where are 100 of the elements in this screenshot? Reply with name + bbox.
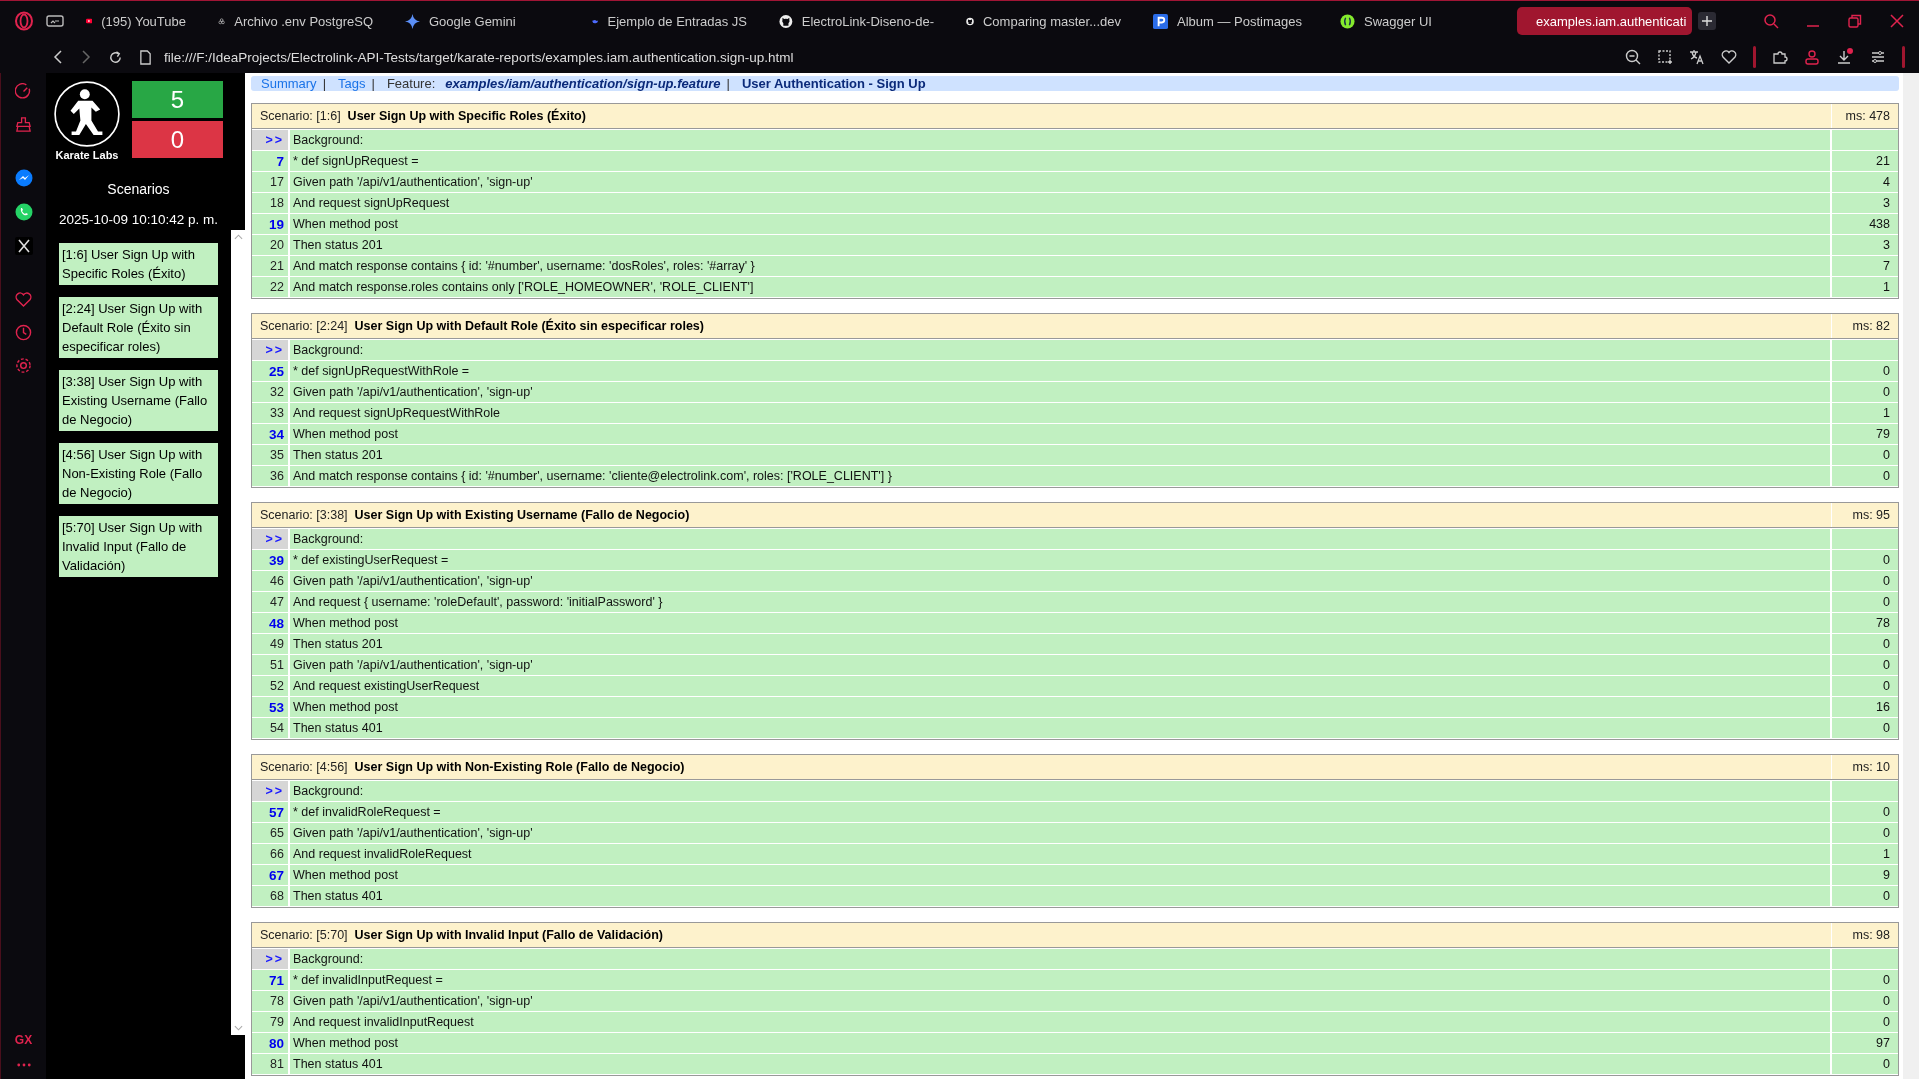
step-time: 0 — [1832, 886, 1898, 906]
step-time: 0 — [1832, 634, 1898, 654]
speedometer-icon[interactable] — [15, 83, 32, 100]
browser-tab[interactable]: examples.iam.authenticati — [1517, 7, 1692, 35]
step-time: 1 — [1832, 403, 1898, 423]
scenario-link[interactable]: [3:38] User Sign Up with Existing Username (Fallo de Negocio) — [59, 370, 218, 431]
line-number: 65 — [252, 823, 288, 843]
line-number[interactable]: 71 — [252, 970, 288, 990]
scrollbar[interactable] — [1903, 73, 1919, 1079]
background-marker[interactable]: >> — [252, 529, 288, 549]
line-number[interactable]: 80 — [252, 1033, 288, 1053]
scenario-link[interactable]: [4:56] User Sign Up with Non-Existing Role (Fallo de Negocio) — [59, 443, 218, 504]
browser-tab[interactable]: Album — Postimages — [1143, 7, 1318, 35]
settings-icon[interactable] — [1870, 49, 1886, 65]
duration: ms: 98 — [1831, 923, 1898, 947]
scenario-label: Scenario: [4:56] — [260, 760, 348, 774]
close-icon[interactable] — [1889, 13, 1905, 29]
step-time: 0 — [1832, 655, 1898, 675]
more-icon[interactable] — [16, 1063, 31, 1067]
step-time: 0 — [1832, 676, 1898, 696]
download-icon[interactable] — [1836, 48, 1854, 66]
step-time: 0 — [1832, 970, 1898, 990]
account-icon[interactable] — [1804, 49, 1820, 65]
line-number: 36 — [252, 466, 288, 486]
browser-tab[interactable]: Google Gemini — [395, 7, 570, 35]
step-text: Given path '/api/v1/authentication', 'sign-up' — [290, 823, 1830, 843]
logo-text: Karate Labs — [55, 149, 119, 161]
new-tab-icon[interactable] — [1698, 12, 1716, 30]
sparkle-icon — [405, 13, 420, 29]
browser-tab[interactable]: (195) YouTube — [76, 7, 196, 35]
forward-icon[interactable] — [80, 50, 92, 64]
step-text: When method post — [290, 613, 1830, 633]
heart-icon[interactable] — [1721, 49, 1737, 65]
messenger-icon[interactable] — [14, 169, 33, 187]
zoom-out-icon[interactable] — [1625, 49, 1641, 65]
step-text: And request existingUserRequest — [290, 676, 1830, 696]
background-marker[interactable]: >> — [252, 949, 288, 969]
line-number[interactable]: 48 — [252, 613, 288, 633]
line-number[interactable]: 7 — [252, 151, 288, 171]
scenario-link[interactable]: [5:70] User Sign Up with Invalid Input (Fallo de Validación) — [59, 516, 218, 577]
cleaner-icon[interactable] — [15, 116, 32, 133]
browser-tab[interactable]: Ejemplo de Entradas JS — [582, 7, 757, 35]
duration: ms: 10 — [1831, 755, 1898, 779]
browser-tab[interactable]: Archivo .env PostgreSQ — [208, 7, 383, 35]
scenario-link[interactable]: [1:6] User Sign Up with Specific Roles (Éxito) — [59, 243, 218, 285]
step-time: 21 — [1832, 151, 1898, 171]
browser-tab[interactable]: Comparing master...dev — [956, 7, 1131, 35]
step-time: 7 — [1832, 256, 1898, 276]
step-time: 0 — [1832, 718, 1898, 738]
step-time: 0 — [1832, 466, 1898, 486]
line-number: 33 — [252, 403, 288, 423]
browser-tab[interactable]: ElectroLink-Diseno-de- — [769, 7, 944, 35]
step-time: 0 — [1832, 991, 1898, 1011]
feature-path: examples/iam/authentication/sign-up.feature — [445, 76, 721, 91]
duration: ms: 95 — [1831, 503, 1898, 527]
separator: | — [726, 76, 730, 91]
browser-tab[interactable]: Swagger UI — [1330, 7, 1505, 35]
nav-link[interactable]: Summary — [261, 76, 317, 91]
line-number: 66 — [252, 844, 288, 864]
step-text: Background: — [290, 529, 1830, 549]
step-text: Background: — [290, 949, 1830, 969]
back-icon[interactable] — [52, 50, 64, 64]
line-number[interactable]: 39 — [252, 550, 288, 570]
step-time: 1 — [1832, 844, 1898, 864]
snapshot-icon[interactable] — [1657, 49, 1673, 65]
line-number[interactable]: 67 — [252, 865, 288, 885]
line-number[interactable]: 34 — [252, 424, 288, 444]
step-text: And match response contains { id: '#number', username: 'dosRoles', roles: '#array' } — [290, 256, 1830, 276]
step-text: Background: — [290, 781, 1830, 801]
step-time: 0 — [1832, 550, 1898, 570]
puzzle-icon[interactable] — [1772, 49, 1788, 65]
history-icon[interactable] — [15, 324, 32, 341]
scenarios-heading: Scenarios — [107, 181, 170, 197]
line-number[interactable]: 57 — [252, 802, 288, 822]
background-marker[interactable]: >> — [252, 130, 288, 150]
line-number[interactable]: 53 — [252, 697, 288, 717]
brand-mark[interactable]: GX — [14, 1033, 33, 1047]
line-number[interactable]: 19 — [252, 214, 288, 234]
step-time: 0 — [1832, 571, 1898, 591]
restore-icon[interactable] — [1847, 13, 1863, 29]
file-icon — [139, 49, 152, 65]
step-time: 0 — [1832, 445, 1898, 465]
step-text: * def signUpRequestWithRole = — [290, 361, 1830, 381]
x-icon[interactable] — [14, 237, 33, 255]
background-marker[interactable]: >> — [252, 781, 288, 801]
address-field[interactable]: file:///F:/IdeaProjects/Electrolink-API-Tests/target/karate-reports/examples.iam.authentication.sign-up.html — [164, 49, 794, 65]
line-number: 47 — [252, 592, 288, 612]
opera-logo-icon[interactable] — [14, 11, 34, 31]
line-number[interactable]: 25 — [252, 361, 288, 381]
step-text: Given path '/api/v1/authentication', 'sign-up' — [290, 655, 1830, 675]
report-timestamp: 2025-10-09 10:10:42 p. m. — [58, 212, 219, 227]
nav-link[interactable]: Tags — [338, 76, 366, 91]
whatsapp-icon[interactable] — [14, 203, 33, 221]
tab-islands-icon[interactable] — [46, 14, 64, 28]
search-icon[interactable] — [1763, 13, 1779, 29]
reload-icon[interactable] — [108, 49, 123, 65]
translate-icon[interactable] — [1689, 49, 1705, 65]
scenario-label: Scenario: [3:38] — [260, 508, 348, 522]
scenario-link[interactable]: [2:24] User Sign Up with Default Role (Éxito sin especificar roles) — [59, 297, 218, 358]
background-marker[interactable]: >> — [252, 340, 288, 360]
